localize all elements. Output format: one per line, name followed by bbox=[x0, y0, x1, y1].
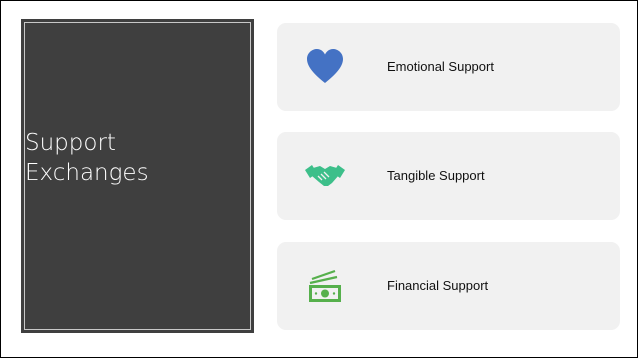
handshake-icon bbox=[305, 156, 345, 196]
card-label: Emotional Support bbox=[387, 59, 494, 74]
heart-icon bbox=[305, 47, 345, 87]
card-label: Financial Support bbox=[387, 278, 489, 293]
money-icon bbox=[305, 266, 345, 306]
card-label: Tangible Support bbox=[387, 168, 485, 183]
card-emotional-support: Emotional Support bbox=[277, 23, 620, 111]
slide-title: Support Exchanges bbox=[25, 130, 149, 186]
card-tangible-support: Tangible Support bbox=[277, 132, 620, 220]
card-financial-support: Financial Support bbox=[277, 242, 620, 330]
slide: Support Exchanges Emotional Support Tang… bbox=[0, 0, 638, 358]
